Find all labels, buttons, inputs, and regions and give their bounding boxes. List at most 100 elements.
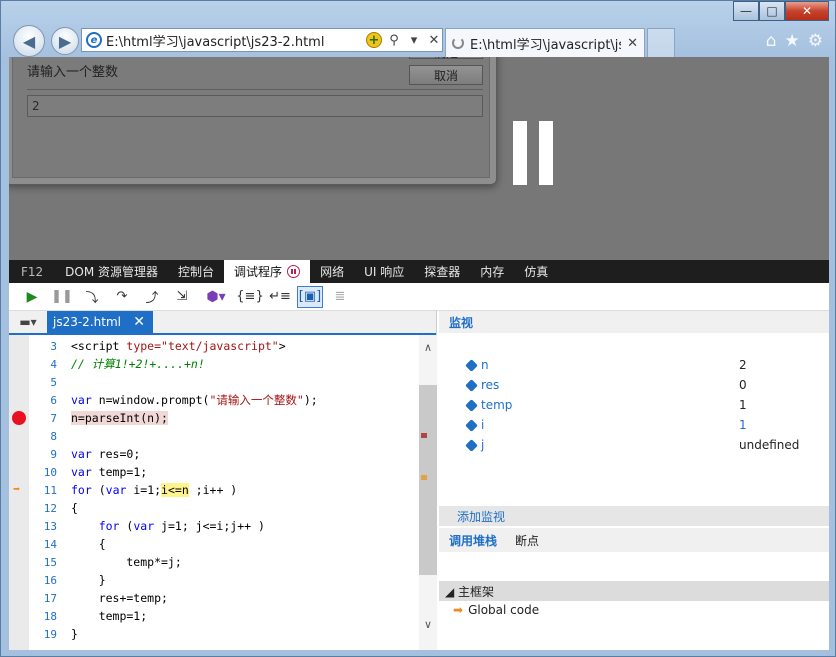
- frame-group[interactable]: ◢ 主框架: [439, 581, 829, 601]
- code-text: {: [71, 501, 78, 515]
- add-icon[interactable]: +: [366, 32, 382, 48]
- maximize-button[interactable]: □: [759, 1, 785, 21]
- source-maps-icon[interactable]: ≣: [327, 286, 353, 308]
- address-text[interactable]: E:\html学习\javascript\js23-2.html: [106, 31, 362, 50]
- break-icon[interactable]: ❚❚: [49, 286, 75, 308]
- line-number: 4: [50, 357, 57, 371]
- scroll-down-icon[interactable]: ∨: [419, 616, 437, 634]
- variable-icon: [465, 398, 478, 412]
- devtools-tab[interactable]: 内存: [470, 260, 514, 283]
- prompt-input[interactable]: 2: [27, 95, 483, 117]
- callstack-tabs: 调用堆栈 断点: [439, 528, 829, 552]
- forward-button[interactable]: ▶: [51, 27, 79, 55]
- devtools-tab[interactable]: 调试程序: [224, 260, 311, 283]
- ok-button[interactable]: 确定: [409, 57, 483, 60]
- step-over-icon[interactable]: ↷: [109, 286, 135, 308]
- pretty-print-icon[interactable]: {≡}: [236, 286, 263, 308]
- devtools-tab: F12: [9, 260, 55, 283]
- code-line[interactable]: 5: [9, 373, 419, 391]
- add-watch-button[interactable]: 添加监视: [439, 506, 829, 526]
- code-text: for (var i=1;i<=n ;i++ ): [71, 483, 238, 497]
- paused-overlay-icon: [513, 121, 553, 185]
- code-line[interactable]: 17 res+=temp;: [9, 589, 419, 607]
- devtools-tab[interactable]: 控制台: [168, 260, 224, 283]
- home-icon[interactable]: ⌂: [766, 31, 777, 51]
- tab-callstack[interactable]: 调用堆栈: [449, 532, 497, 549]
- current-frame-arrow-icon: ➡: [453, 603, 464, 617]
- code-editor[interactable]: 3 <script type="text/javascript"> 4 // 计算1!…: [9, 335, 419, 650]
- cancel-button[interactable]: 取消: [409, 65, 483, 85]
- continue-icon[interactable]: ▶: [19, 286, 45, 308]
- tab-close-icon[interactable]: ✕: [627, 36, 638, 51]
- code-line[interactable]: 19}: [9, 625, 419, 643]
- line-number: 18: [43, 609, 57, 623]
- paused-indicator-icon: [287, 265, 301, 278]
- devtools-tab[interactable]: 探查器: [414, 260, 470, 283]
- watch-row[interactable]: res 0: [439, 375, 829, 395]
- dropdown-icon[interactable]: ▾: [406, 33, 422, 48]
- step-into-icon[interactable]: ⤵: [79, 286, 105, 308]
- line-number: 8: [50, 429, 57, 443]
- code-text: n=parseInt(n);: [71, 411, 168, 425]
- scroll-thumb[interactable]: [419, 385, 437, 575]
- search-icon[interactable]: ⚲: [386, 33, 402, 48]
- code-line[interactable]: 11 for (var i=1;i<=n ;i++ ): [9, 481, 419, 499]
- code-text: var res=0;: [71, 447, 141, 461]
- tab-breakpoints[interactable]: 断点: [515, 532, 539, 549]
- favorites-star-icon[interactable]: ★: [785, 31, 800, 51]
- just-my-code-icon[interactable]: [▣]: [297, 285, 323, 308]
- minimize-button[interactable]: —: [733, 1, 759, 21]
- code-line[interactable]: 7 n=parseInt(n);: [9, 409, 419, 427]
- code-line[interactable]: 13 for (var j=1; j<=i;j++ ): [9, 517, 419, 535]
- tab-active[interactable]: E:\html学习\javascript\js2... ✕: [445, 28, 645, 57]
- watch-row[interactable]: n2: [439, 355, 829, 375]
- code-line[interactable]: 16 }: [9, 571, 419, 589]
- file-tab-strip: ▬▾ js23-2.html ✕: [9, 311, 436, 335]
- file-tab[interactable]: js23-2.html ✕: [47, 311, 153, 333]
- breakpoint-icon[interactable]: [12, 411, 26, 425]
- code-text: for (var j=1; j<=i;j++ ): [98, 519, 265, 533]
- pause-bar-right: [539, 121, 553, 185]
- code-line[interactable]: 8: [9, 427, 419, 445]
- file-tab-close-icon[interactable]: ✕: [133, 314, 145, 330]
- code-line[interactable]: 9 var res=0;: [9, 445, 419, 463]
- line-number: 6: [50, 393, 57, 407]
- devtools-tab-label: DOM 资源管理器: [65, 265, 159, 279]
- current-line-marker: [421, 475, 427, 480]
- word-wrap-icon[interactable]: ↵≡: [267, 286, 293, 308]
- watch-name: i: [481, 418, 485, 432]
- exception-behavior-icon[interactable]: ⬢▾: [199, 286, 233, 308]
- code-line[interactable]: 12 {: [9, 499, 419, 517]
- code-line[interactable]: 6 var n=window.prompt("请输入一个整数");: [9, 391, 419, 409]
- back-arrow-icon: ◀: [22, 31, 36, 51]
- code-scrollbar[interactable]: ∧ ∨: [419, 335, 437, 650]
- code-text: var n=window.prompt("请输入一个整数");: [71, 393, 318, 407]
- settings-gear-icon[interactable]: ⚙: [808, 31, 823, 51]
- code-line[interactable]: 18 temp=1;: [9, 607, 419, 625]
- code-line[interactable]: 3 <script type="text/javascript">: [9, 337, 419, 355]
- scroll-up-icon[interactable]: ∧: [419, 339, 437, 357]
- devtools-tab[interactable]: 网络: [310, 260, 354, 283]
- back-button[interactable]: ◀: [13, 25, 45, 57]
- code-line[interactable]: 14 {: [9, 535, 419, 553]
- stop-icon[interactable]: ✕: [426, 33, 442, 48]
- watch-row[interactable]: j undefined: [439, 435, 829, 455]
- devtools-tab[interactable]: DOM 资源管理器: [55, 260, 168, 283]
- code-line[interactable]: 4 // 计算1!+2!+....+n!: [9, 355, 419, 373]
- code-line[interactable]: 10 var temp=1;: [9, 463, 419, 481]
- code-line[interactable]: 15 temp*=j;: [9, 553, 419, 571]
- f12-devtools: F12 DOM 资源管理器 控制台 调试程序 网络 UI 响应 探查器 内存 仿真 ▶ ❚❚ ⤵…: [9, 260, 829, 650]
- new-tab-button[interactable]: [647, 28, 675, 57]
- callstack-frame[interactable]: ➡ Global code: [453, 603, 539, 617]
- devtools-tab[interactable]: 仿真: [514, 260, 558, 283]
- watch-row[interactable]: i1: [439, 415, 829, 435]
- step-out-icon[interactable]: ⤴: [139, 286, 165, 308]
- open-document-icon[interactable]: ▬▾: [9, 311, 47, 333]
- devtools-tab[interactable]: UI 响应: [354, 260, 414, 283]
- page-content: 确定 请输入一个整数 取消 2: [9, 57, 829, 260]
- address-bar[interactable]: e E:\html学习\javascript\js23-2.html + ⚲ ▾…: [81, 28, 443, 52]
- break-on-new-worker-icon[interactable]: ⇲: [169, 286, 195, 308]
- source-pane: ▬▾ js23-2.html ✕ 3 <script type="text/jav…: [9, 311, 437, 650]
- watch-row[interactable]: temp 1: [439, 395, 829, 415]
- close-button[interactable]: ✕: [785, 1, 829, 21]
